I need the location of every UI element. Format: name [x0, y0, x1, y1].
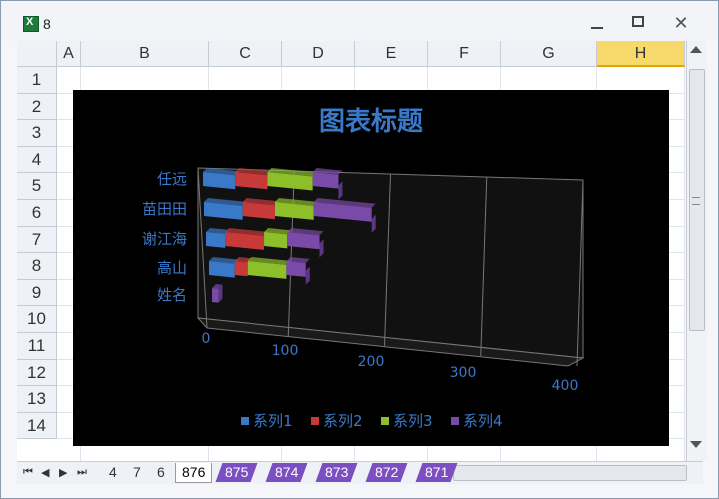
row-header-3[interactable]: 3 [17, 120, 57, 147]
x-tick-label: 300 [450, 365, 477, 381]
column-header-E[interactable]: E [355, 41, 428, 67]
category-label: 苗田田 [142, 200, 187, 218]
row-header-6[interactable]: 6 [17, 200, 57, 227]
legend-swatch [241, 417, 249, 425]
row-header-14[interactable]: 14 [17, 412, 57, 440]
row-header-7[interactable]: 7 [17, 226, 57, 254]
bar-segment [312, 172, 339, 189]
chart-title: 图表标题 [319, 107, 423, 137]
column-header-D[interactable]: D [282, 41, 355, 67]
chart-svg: 图表标题 0 100 200 300 400 任远苗田田谢江海高山姓名系列1 系列2 系列3 系列… [142, 107, 585, 430]
next-sheet-icon[interactable]: ▶ [59, 466, 67, 479]
legend-entry: 系列3 [393, 412, 433, 430]
bar-segment [206, 232, 226, 248]
legend-entry: 系列1 [253, 412, 293, 430]
row-header-2[interactable]: 2 [17, 93, 57, 121]
sheet-tab-876[interactable]: 876 [175, 463, 213, 483]
column-header-C[interactable]: C [209, 41, 282, 67]
x-tick-label: 400 [552, 378, 579, 394]
sheet-tab-872[interactable]: 872 [365, 463, 408, 482]
sheet-tab-bar: ⏮ ◀ ▶ ⏭ 4 7 6 876 875 874 873 872 871 [17, 461, 703, 484]
bar-segment [264, 232, 288, 249]
x-tick-label: 0 [202, 331, 211, 347]
window-title: 8 [43, 16, 51, 32]
first-sheet-icon[interactable]: ⏮ [23, 466, 33, 479]
column-header-H[interactable]: H [597, 41, 685, 67]
chart[interactable]: 图表标题 0 100 200 300 400 任远苗田田谢江海高山姓名系列1 系列2 系列3 系列… [73, 90, 669, 446]
row-header-11[interactable]: 11 [17, 333, 57, 360]
row-header-1[interactable]: 1 [17, 67, 57, 94]
category-label: 高山 [157, 259, 187, 277]
category-label: 任远 [157, 170, 187, 188]
gridline [684, 67, 685, 461]
row-header-4[interactable]: 4 [17, 146, 57, 174]
row-header-8[interactable]: 8 [17, 253, 57, 280]
prev-sheet-icon[interactable]: ◀ [41, 466, 49, 479]
row-header-13[interactable]: 13 [17, 386, 57, 413]
bar-segment [209, 261, 235, 278]
excel-window: 8 ABCDEFGH1234567891011121314 图表标题010020… [0, 0, 719, 499]
row-header-10[interactable]: 10 [17, 306, 57, 333]
column-header-G[interactable]: G [501, 41, 597, 67]
title-bar: 8 [1, 1, 718, 41]
row-header-12[interactable]: 12 [17, 359, 57, 387]
category-label: 姓名 [157, 286, 187, 304]
maximize-button[interactable] [627, 13, 651, 33]
last-sheet-icon[interactable]: ⏭ [77, 466, 87, 479]
legend-entry: 系列4 [463, 412, 503, 430]
bar-segment [212, 288, 219, 303]
category-label: 谢江海 [142, 230, 187, 248]
x-tick-label: 100 [272, 343, 299, 359]
minimize-button[interactable] [585, 13, 609, 33]
x-tick-label: 200 [358, 354, 385, 370]
legend-swatch [311, 417, 319, 425]
excel-icon [23, 16, 39, 32]
legend-swatch [451, 417, 459, 425]
sheet-tab-873[interactable]: 873 [315, 463, 358, 482]
bar-segment [234, 261, 248, 277]
bar-segment [286, 261, 306, 277]
horizontal-scrollbar[interactable] [453, 465, 687, 481]
sheet-tab-7[interactable]: 7 [127, 463, 147, 482]
sheet-tab-874[interactable]: 874 [265, 463, 308, 482]
sheet-tab-6[interactable]: 6 [151, 463, 171, 482]
column-header-B[interactable]: B [81, 41, 209, 67]
grip-icon [692, 197, 700, 205]
close-button[interactable] [669, 13, 693, 33]
sheet-tab-875[interactable]: 875 [215, 463, 258, 482]
row-header-9[interactable]: 9 [17, 279, 57, 307]
vertical-scrollbar[interactable] [686, 41, 707, 461]
column-header-F[interactable]: F [428, 41, 501, 67]
column-header-A[interactable]: A [57, 41, 81, 67]
legend-entry: 系列2 [323, 412, 363, 430]
row-header-5[interactable]: 5 [17, 173, 57, 200]
sheet-tab-4[interactable]: 4 [103, 463, 123, 482]
scroll-down-icon[interactable] [690, 441, 702, 448]
scroll-up-icon[interactable] [690, 46, 702, 53]
legend-swatch [381, 417, 389, 425]
select-all-corner[interactable] [17, 41, 57, 67]
sheet-tab-871[interactable]: 871 [415, 463, 458, 482]
